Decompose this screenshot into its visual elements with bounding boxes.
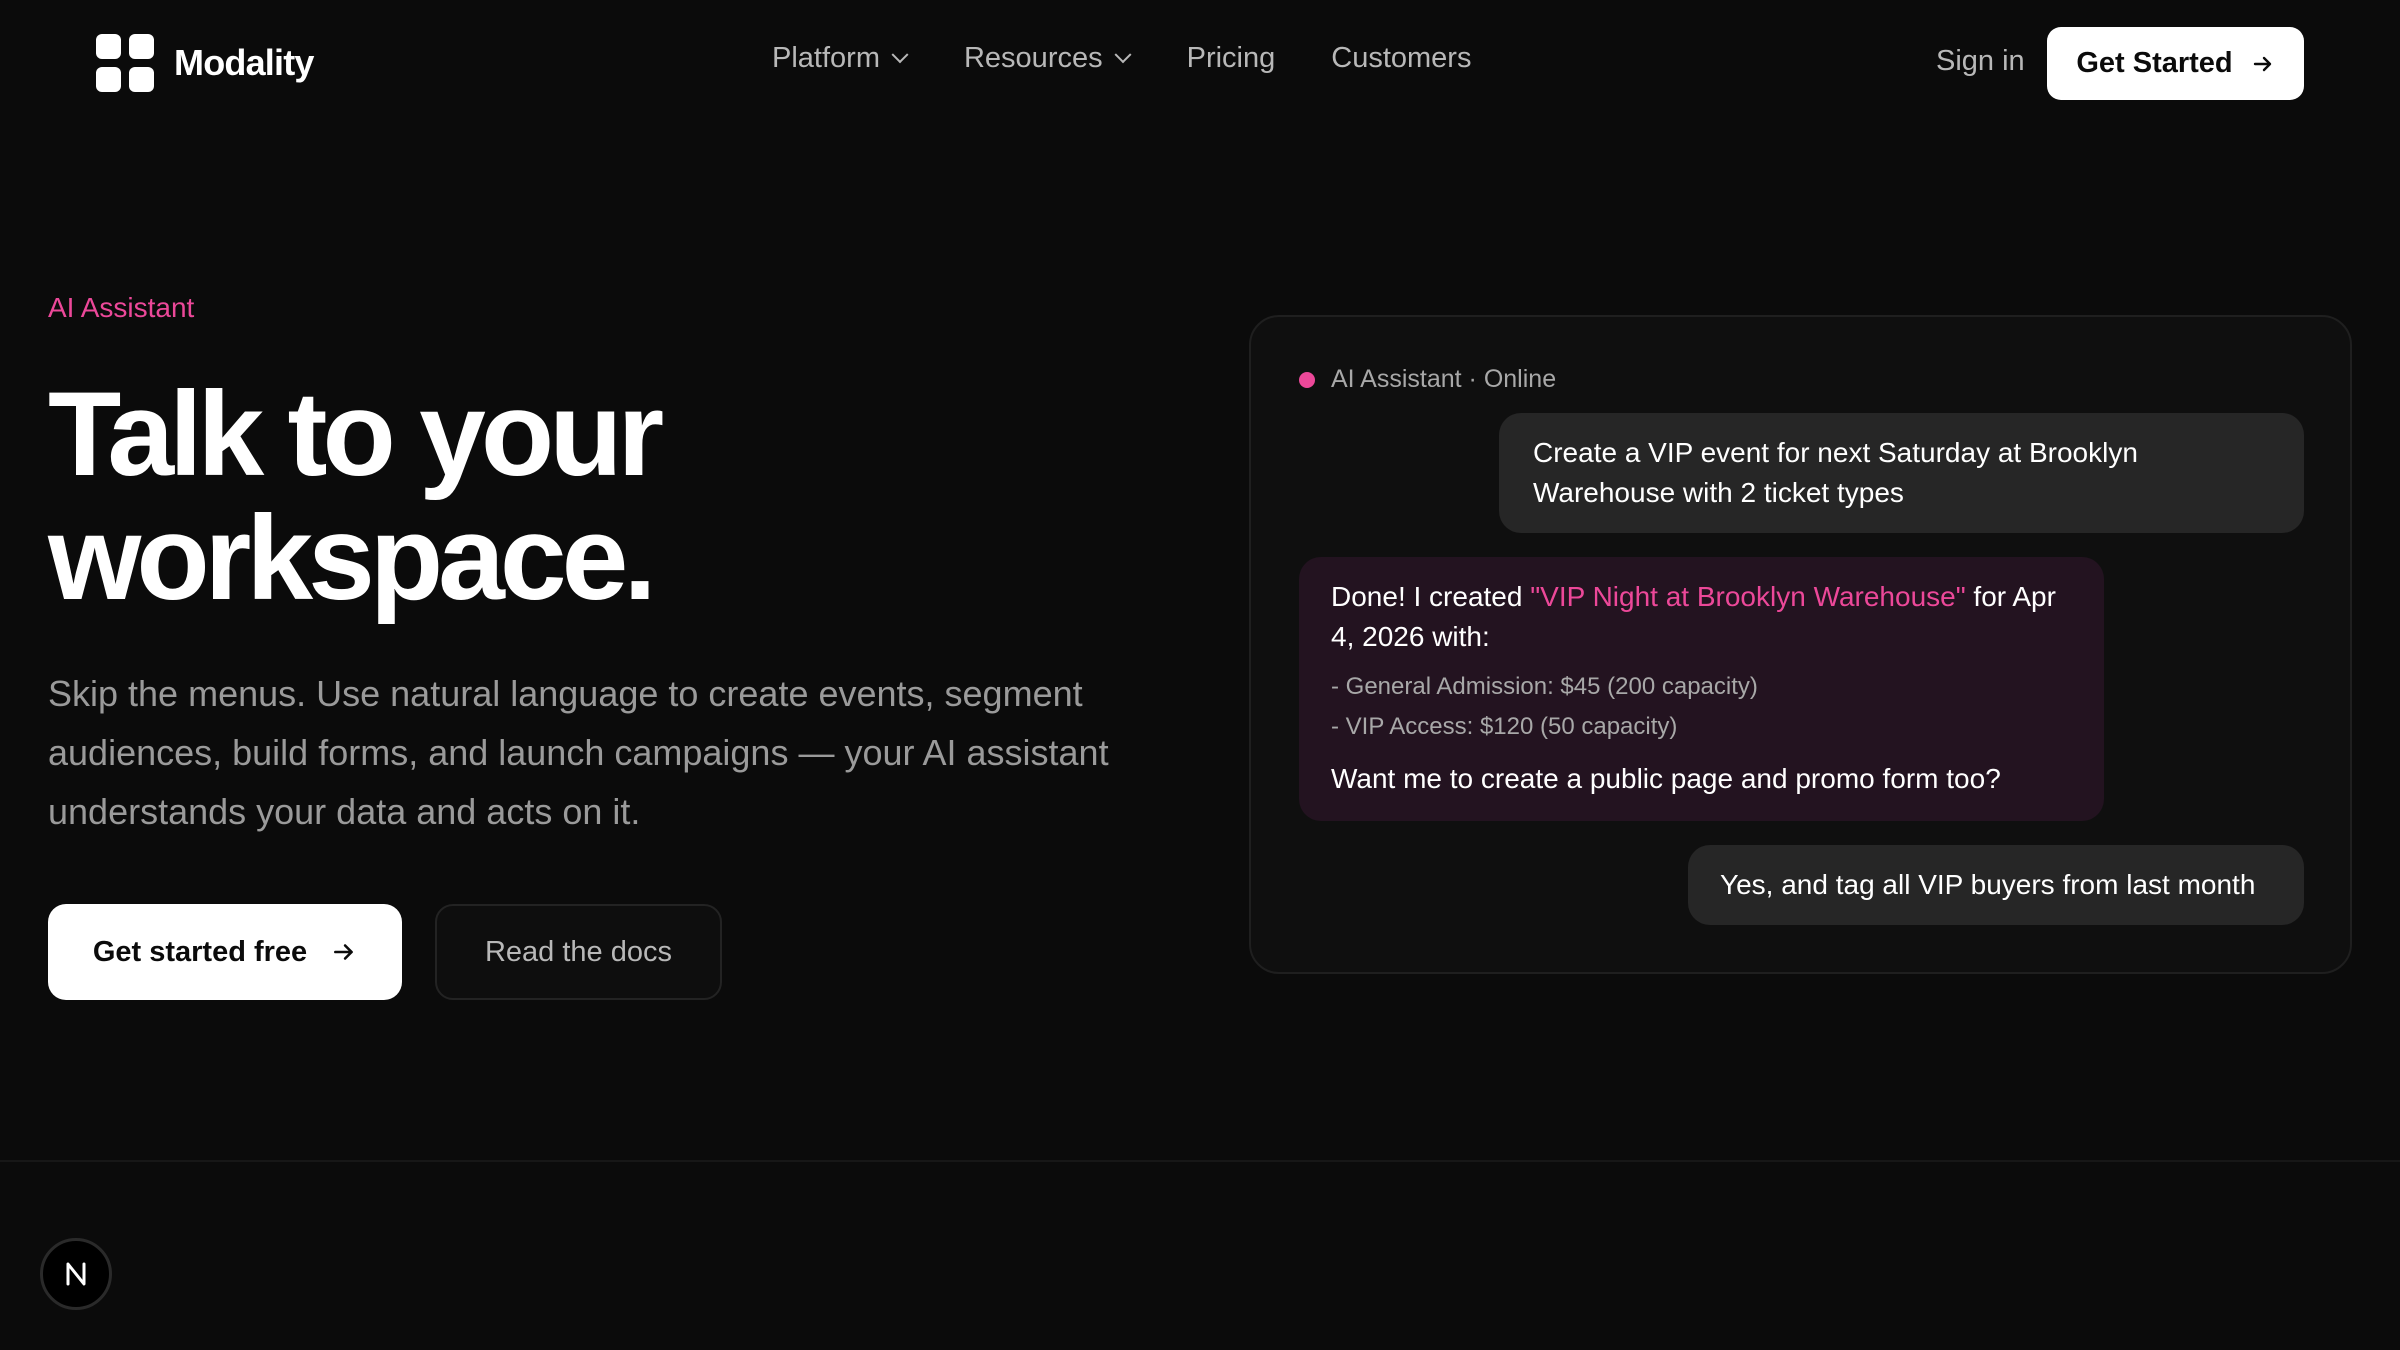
get-started-free-button[interactable]: Get started free [48, 904, 402, 1000]
assistant-status: AI Assistant · Online [1299, 365, 1556, 394]
get-started-label: Get Started [2076, 47, 2233, 79]
hero-headline: Talk to your workspace. [48, 372, 1148, 620]
headline-line-1: Talk to your [48, 367, 664, 501]
assistant-reply-text: Done! I created "VIP Night at Brooklyn W… [1331, 577, 2072, 657]
hero-eyebrow: AI Assistant [48, 292, 195, 323]
headline-line-2: workspace. [48, 491, 657, 625]
landing-page: Modality Platform Resources Pricing Cust… [0, 0, 2400, 1350]
section-divider [0, 1160, 2400, 1162]
brand-logo[interactable]: Modality [96, 34, 314, 92]
nav-resources[interactable]: Resources [963, 42, 1132, 75]
nav-customers-label: Customers [1331, 42, 1472, 74]
assistant-message: Done! I created "VIP Night at Brooklyn W… [1299, 557, 2104, 821]
nav-pricing[interactable]: Pricing [1187, 42, 1276, 75]
brand-name: Modality [174, 42, 314, 83]
nav-pricing-label: Pricing [1186, 42, 1276, 74]
nav-customers[interactable]: Customers [1331, 42, 1471, 75]
chevron-down-icon [891, 45, 909, 63]
main-nav: Platform Resources Pricing Customers [772, 42, 1471, 75]
user-message: Yes, and tag all VIP buyers from last mo… [1688, 845, 2304, 925]
n-letter-icon[interactable] [40, 1238, 112, 1310]
ticket-type-item: - General Admission: $45 (200 capacity) [1331, 673, 1758, 700]
chat-panel: AI Assistant · Online Create a VIP event… [1249, 315, 2352, 974]
arrow-right-icon [2251, 52, 2275, 76]
online-dot-icon [1299, 371, 1315, 388]
get-started-free-label: Get started free [92, 935, 308, 968]
get-started-button[interactable]: Get Started [2047, 27, 2304, 100]
assistant-status-label: AI Assistant · Online [1331, 365, 1557, 393]
user-message: Create a VIP event for next Saturday at … [1499, 413, 2304, 533]
ticket-type-list: - General Admission: $45 (200 capacity) … [1331, 667, 2072, 747]
nav-resources-label: Resources [963, 42, 1103, 74]
nav-platform-label: Platform [772, 42, 880, 74]
nav-platform[interactable]: Platform [772, 42, 909, 75]
logo-grid-icon [96, 34, 154, 92]
hero-subtext: Skip the menus. Use natural language to … [48, 673, 1109, 832]
read-docs-button[interactable]: Read the docs [435, 904, 722, 1000]
read-docs-label: Read the docs [484, 935, 672, 968]
chevron-down-icon [1114, 45, 1132, 63]
assistant-question: Want me to create a public page and prom… [1331, 763, 2001, 794]
arrow-right-icon [331, 939, 357, 965]
ticket-type-item: - VIP Access: $120 (50 capacity) [1331, 713, 1678, 740]
reply-prefix: Done! I created [1331, 581, 1531, 612]
event-name-highlight: "VIP Night at Brooklyn Warehouse" [1530, 581, 1966, 612]
sign-in-link[interactable]: Sign in [1936, 45, 2025, 78]
